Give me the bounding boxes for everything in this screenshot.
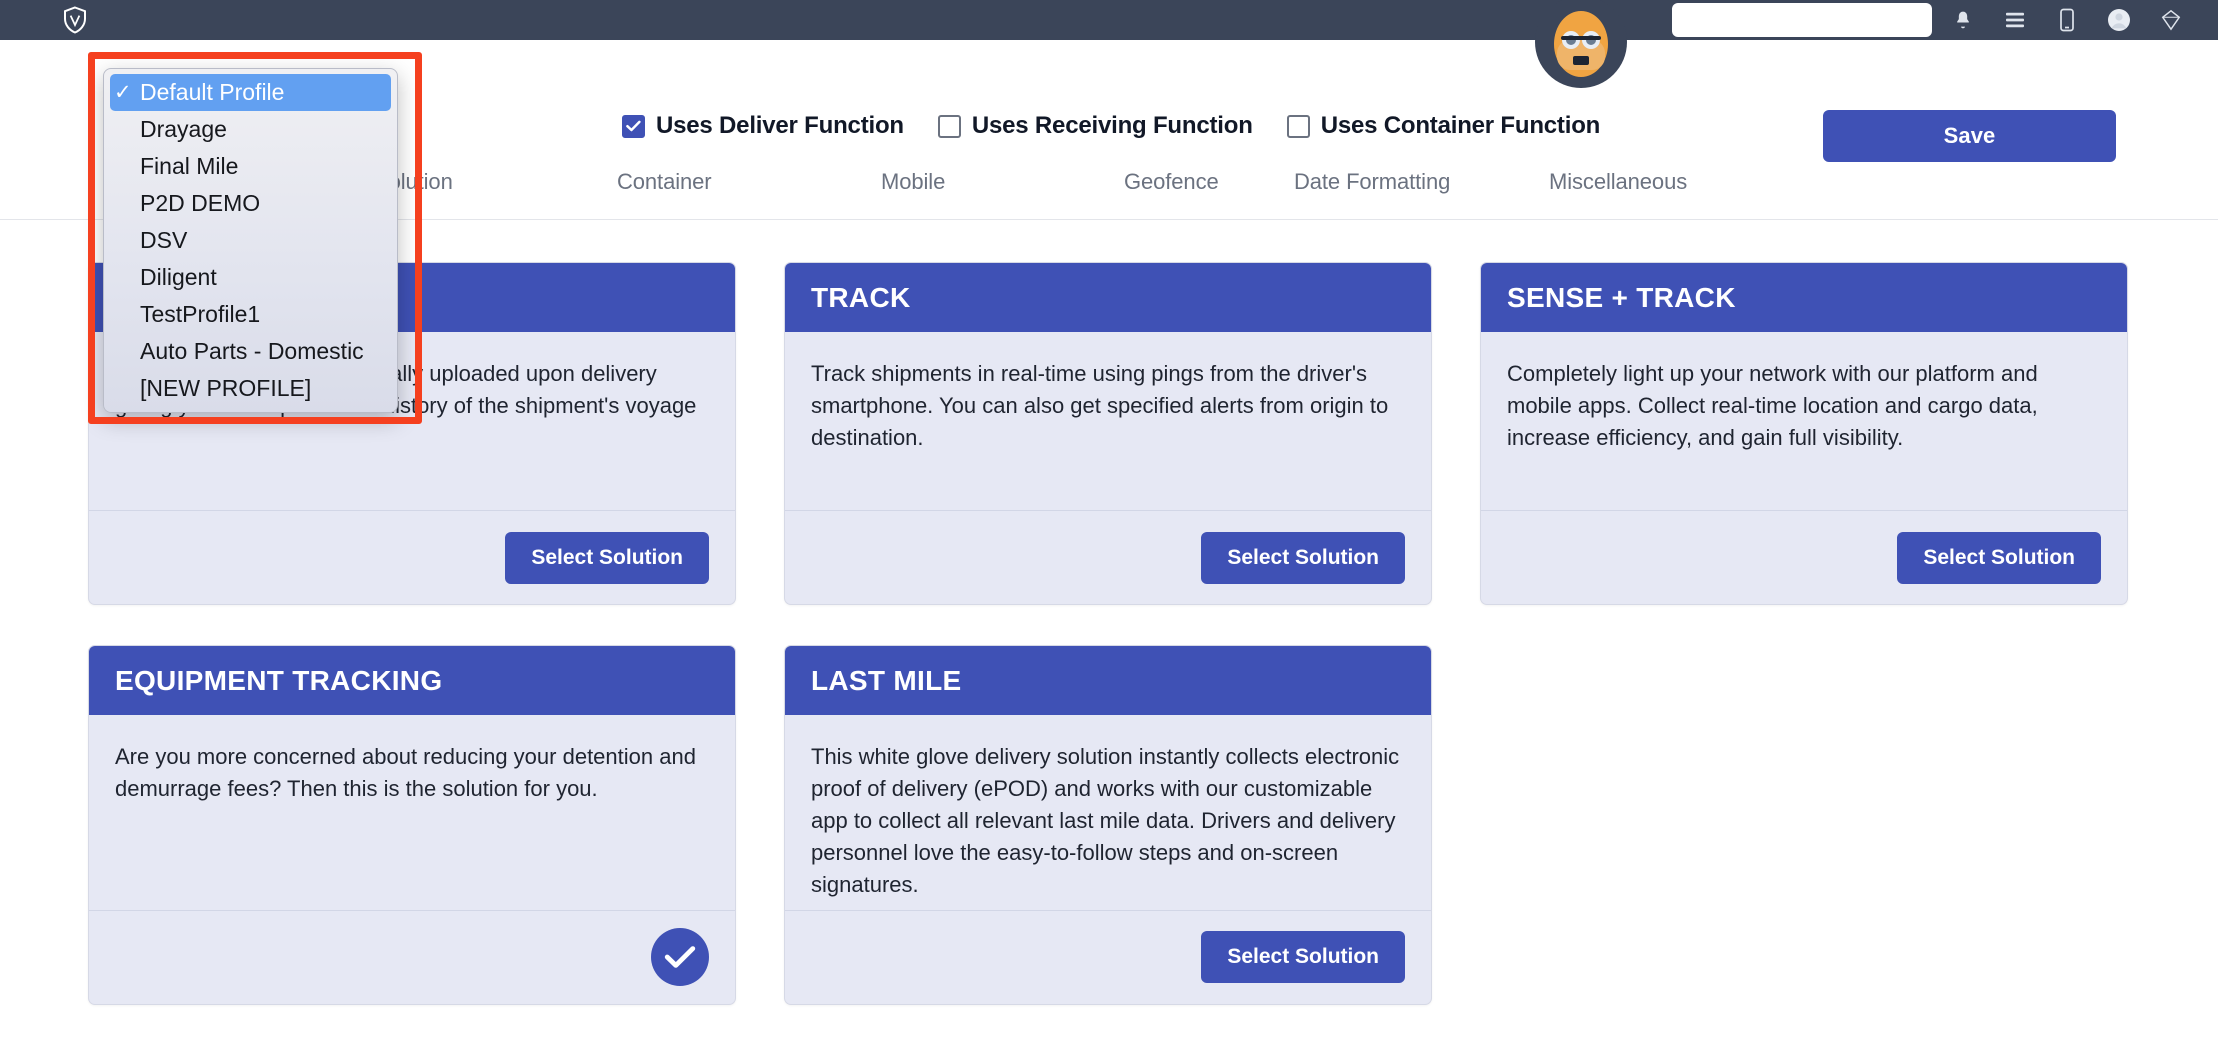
dropdown-option-label: Default Profile — [140, 79, 285, 105]
dropdown-option-testprofile1[interactable]: TestProfile1 — [104, 296, 397, 333]
solution-card[interactable]: LAST MILE This white glove delivery solu… — [784, 645, 1432, 1005]
dropdown-option-label: Diligent — [140, 264, 217, 290]
solution-card[interactable]: EQUIPMENT TRACKING Are you more concerne… — [88, 645, 736, 1005]
solution-selected-check-icon[interactable] — [651, 928, 709, 987]
select-solution-button[interactable]: Select Solution — [1897, 531, 2101, 584]
dropdown-option-label: P2D DEMO — [140, 190, 261, 216]
dropdown-option-default-profile[interactable]: ✓ Default Profile — [110, 74, 391, 111]
list-icon[interactable] — [2002, 5, 2028, 35]
dropdown-option-label: TestProfile1 — [140, 301, 261, 327]
checkbox-label-container: Uses Container Function — [1320, 112, 1601, 139]
dropdown-option-dsv[interactable]: DSV — [104, 222, 397, 259]
tab-mobile[interactable]: Mobile — [881, 169, 945, 195]
checkbox-label-receiving: Uses Receiving Function — [971, 112, 1253, 139]
solution-card[interactable]: TRACK Track shipments in real-time using… — [784, 262, 1432, 605]
solution-card-title: LAST MILE — [785, 646, 1431, 715]
solution-card-footer: Select Solution — [785, 909, 1431, 1004]
solution-card-footer: Select Solution — [1481, 510, 2127, 604]
solution-card-description: Are you more concerned about reducing yo… — [115, 744, 696, 802]
dropdown-option-label: Final Mile — [140, 153, 239, 179]
dropdown-option-label: [NEW PROFILE] — [140, 375, 312, 401]
solution-card-footer: Select Solution — [785, 510, 1431, 604]
search-input[interactable] — [1672, 3, 1932, 37]
save-button[interactable]: Save — [1823, 110, 2116, 162]
dropdown-option-new-profile[interactable]: [NEW PROFILE] — [104, 370, 397, 407]
checkbox-uses-deliver-function[interactable]: Uses Deliver Function — [622, 112, 904, 140]
dropdown-option-drayage[interactable]: Drayage — [104, 111, 397, 148]
checkbox-uses-receiving-function[interactable]: Uses Receiving Function — [937, 112, 1253, 140]
bell-icon[interactable] — [1950, 5, 1976, 35]
dropdown-option-p2d-demo[interactable]: P2D DEMO — [104, 185, 397, 222]
diamond-icon[interactable] — [2158, 5, 2184, 35]
solution-card[interactable]: SENSE + TRACK Completely light up your n… — [1480, 262, 2128, 605]
function-checkbox-group: Uses Deliver Function Uses Receiving Fun… — [622, 112, 1600, 140]
select-solution-button[interactable]: Select Solution — [505, 531, 709, 584]
solution-card-title: TRACK — [785, 263, 1431, 332]
checkbox-box-container[interactable] — [1286, 114, 1310, 138]
select-solution-button[interactable]: Select Solution — [1201, 931, 1405, 984]
solution-card-description: This white glove delivery solution insta… — [811, 744, 1400, 898]
checkbox-uses-container-function[interactable]: Uses Container Function — [1286, 112, 1601, 140]
robot-mascot-avatar[interactable] — [1533, 0, 1629, 90]
dropdown-option-label: Auto Parts - Domestic — [140, 338, 364, 364]
mobile-icon[interactable] — [2054, 5, 2080, 35]
dropdown-option-label: Drayage — [140, 116, 227, 142]
check-icon: ✓ — [114, 81, 132, 104]
dropdown-option-diligent[interactable]: Diligent — [104, 259, 397, 296]
solution-card-description: Completely light up your network with ou… — [1507, 361, 2038, 451]
checkbox-label-deliver: Uses Deliver Function — [656, 112, 904, 139]
tab-geofence[interactable]: Geofence — [1124, 169, 1219, 195]
dropdown-option-final-mile[interactable]: Final Mile — [104, 148, 397, 185]
solution-card-title: EQUIPMENT TRACKING — [89, 646, 735, 715]
checkbox-box-receiving[interactable] — [937, 114, 961, 138]
select-solution-button[interactable]: Select Solution — [1201, 531, 1405, 584]
shield-logo-icon[interactable] — [58, 3, 92, 37]
checkbox-box-deliver[interactable] — [622, 114, 645, 138]
dropdown-option-auto-parts-domestic[interactable]: Auto Parts - Domestic — [104, 333, 397, 370]
solution-card-footer — [89, 909, 735, 1004]
dropdown-option-label: DSV — [140, 227, 188, 253]
user-circle-icon[interactable] — [2106, 5, 2132, 35]
tab-container[interactable]: Container — [617, 169, 712, 195]
tab-date-formatting[interactable]: Date Formatting — [1294, 169, 1450, 195]
top-navbar — [0, 0, 2218, 40]
solution-card-title: SENSE + TRACK — [1481, 263, 2127, 332]
tab-miscellaneous[interactable]: Miscellaneous — [1549, 169, 1687, 195]
solution-card-footer: Select Solution — [89, 510, 735, 604]
solution-card-description: Track shipments in real-time using pings… — [811, 361, 1389, 451]
profile-select-dropdown[interactable]: ✓ Default Profile Drayage Final Mile P2D… — [103, 68, 398, 413]
